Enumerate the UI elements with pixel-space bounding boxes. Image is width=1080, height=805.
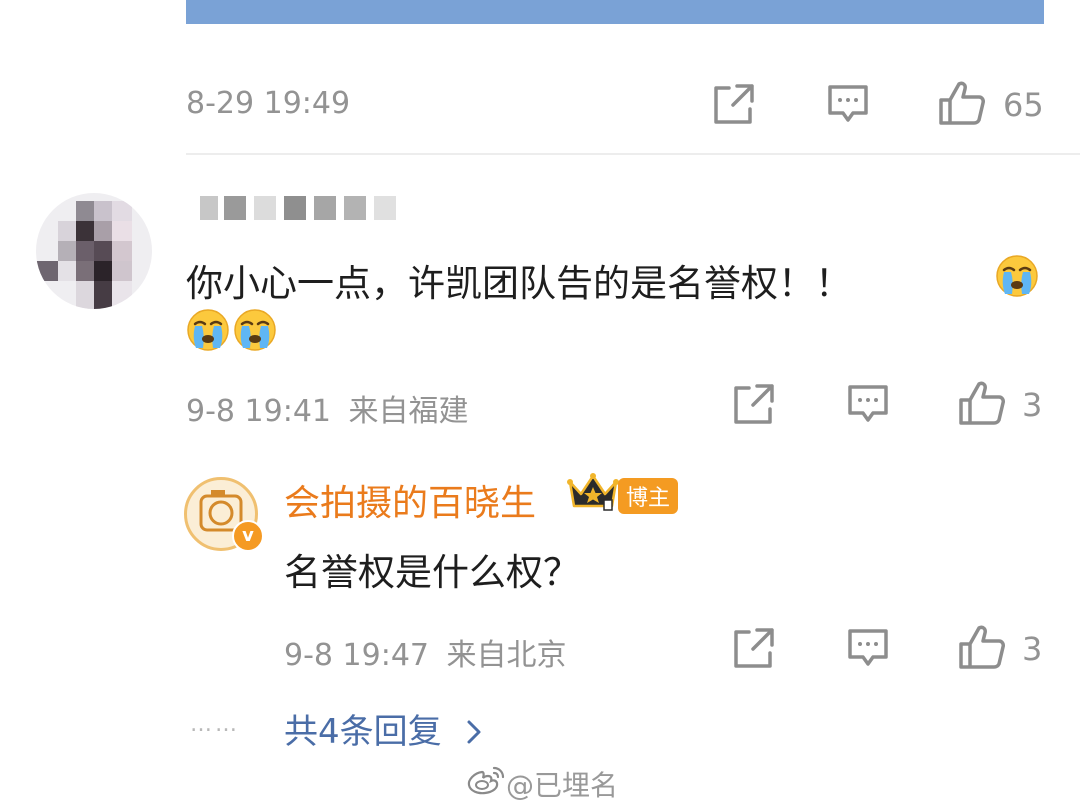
post-like-count: 65 (1003, 86, 1044, 124)
weibo-logo (466, 764, 506, 796)
comment-location: 来自福建 (348, 394, 469, 429)
cry-emoji (233, 308, 277, 352)
comment-like-count: 3 (1022, 386, 1043, 424)
watermark-text: @已埋名 (506, 769, 619, 802)
reply-meta: 9-8 19:47 来自北京 (284, 630, 567, 674)
share-icon[interactable] (733, 627, 775, 669)
reply-location: 来自北京 (446, 638, 567, 673)
comment-icon[interactable] (847, 627, 889, 669)
share-icon[interactable] (733, 383, 775, 425)
comment-timestamp: 9-8 19:41 (186, 394, 331, 429)
like-icon[interactable] (958, 624, 1006, 670)
comment-text: 你小心一点，许凯团队告的是名誉权！！ (186, 262, 852, 305)
comment-icon[interactable] (847, 383, 889, 425)
divider (186, 153, 1080, 155)
like-icon[interactable] (938, 80, 986, 126)
commenter-avatar[interactable] (36, 193, 152, 309)
cry-emoji (995, 254, 1039, 298)
verified-badge-icon: v (232, 520, 264, 552)
blogger-badge: 博主 (618, 478, 679, 514)
chevron-right-icon (466, 714, 482, 754)
reply-author-name[interactable]: 会拍摄的百晓生 (284, 474, 536, 526)
comment-icon[interactable] (827, 83, 869, 125)
cry-emoji (186, 308, 230, 352)
crown-icon (566, 470, 620, 512)
reply-timestamp: 9-8 19:47 (284, 638, 429, 673)
like-icon[interactable] (958, 380, 1006, 426)
reply-text: 名誉权是什么权？ (284, 551, 580, 594)
more-replies-link[interactable]: 共4条回复 (284, 704, 482, 754)
post-timestamp: 8-29 19:49 (186, 86, 351, 121)
more-replies-label: 共4条回复 (284, 712, 442, 752)
more-replies-dots: …… (190, 712, 240, 737)
reply-like-count: 3 (1022, 630, 1043, 668)
share-icon[interactable] (713, 83, 755, 125)
image-bottom-bar (186, 0, 1044, 24)
comment-meta: 9-8 19:41 来自福建 (186, 386, 469, 430)
commenter-name-redacted[interactable] (196, 196, 416, 222)
